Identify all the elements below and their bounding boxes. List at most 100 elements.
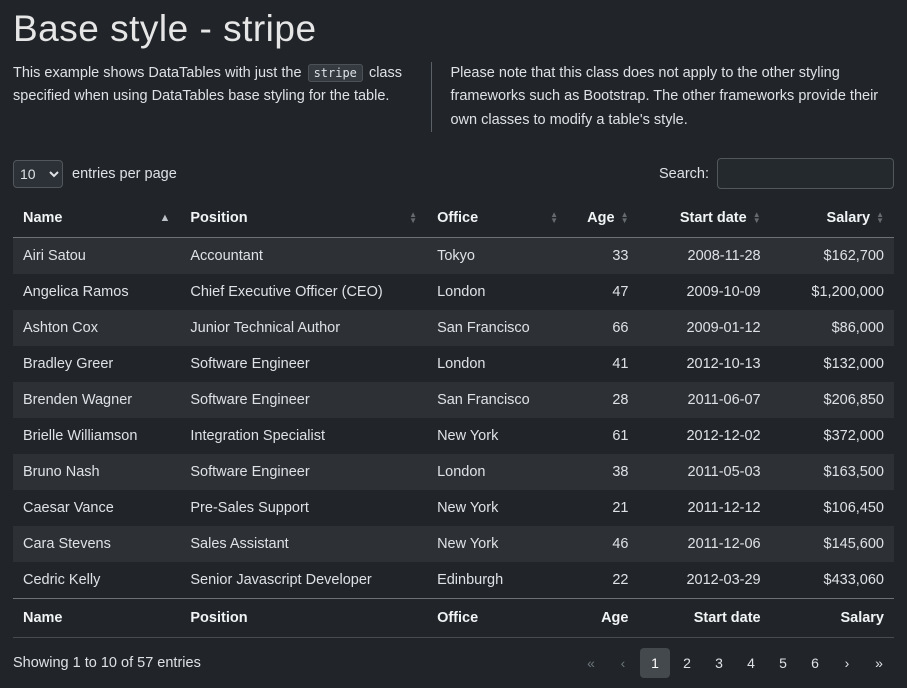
cell-salary: $372,000 — [771, 418, 894, 454]
cell-age: 47 — [568, 274, 638, 310]
table-controls: 10 entries per page Search: — [13, 158, 894, 189]
column-header-position[interactable]: Position▲▼ — [180, 199, 427, 238]
cell-position: Accountant — [180, 238, 427, 275]
cell-start-date: 2009-01-12 — [638, 310, 770, 346]
pagination-next-button[interactable]: › — [832, 648, 862, 678]
column-label: Name — [23, 210, 63, 226]
sort-ascending-icon: ▲ — [159, 213, 170, 224]
cell-start-date: 2011-12-06 — [638, 526, 770, 562]
table-body: Airi SatouAccountantTokyo332008-11-28$16… — [13, 238, 894, 599]
pagination-page-5-button[interactable]: 5 — [768, 648, 798, 678]
footer-header-age: Age — [568, 599, 638, 638]
column-header-age[interactable]: Age ▲▼ — [568, 199, 638, 238]
cell-office: London — [427, 454, 568, 490]
cell-office: San Francisco — [427, 310, 568, 346]
cell-start-date: 2011-12-12 — [638, 490, 770, 526]
pagination-last-button[interactable]: » — [864, 648, 894, 678]
cell-age: 41 — [568, 346, 638, 382]
column-header-start-date[interactable]: Start date▲▼ — [638, 199, 770, 238]
table-row: Cara StevensSales AssistantNew York46201… — [13, 526, 894, 562]
cell-age: 66 — [568, 310, 638, 346]
intro-left-text-before: This example shows DataTables with just … — [13, 65, 306, 81]
search-label: Search: — [659, 166, 709, 182]
cell-name: Airi Satou — [13, 238, 180, 275]
cell-start-date: 2009-10-09 — [638, 274, 770, 310]
cell-salary: $86,000 — [771, 310, 894, 346]
pagination-page-4-button[interactable]: 4 — [736, 648, 766, 678]
sort-icon: ▲▼ — [753, 212, 761, 226]
table-row: Bruno NashSoftware EngineerLondon382011-… — [13, 454, 894, 490]
page-length-select[interactable]: 10 — [13, 160, 63, 188]
cell-position: Sales Assistant — [180, 526, 427, 562]
cell-position: Software Engineer — [180, 382, 427, 418]
cell-age: 22 — [568, 562, 638, 599]
sort-icon: ▲▼ — [876, 212, 884, 226]
sort-icon: ▲▼ — [621, 212, 629, 226]
cell-age: 21 — [568, 490, 638, 526]
pagination-first-button[interactable]: « — [576, 648, 606, 678]
cell-position: Junior Technical Author — [180, 310, 427, 346]
cell-salary: $433,060 — [771, 562, 894, 599]
cell-salary: $163,500 — [771, 454, 894, 490]
footer-header-position: Position — [180, 599, 427, 638]
cell-salary: $132,000 — [771, 346, 894, 382]
pagination-page-6-button[interactable]: 6 — [800, 648, 830, 678]
table-row: Brenden WagnerSoftware EngineerSan Franc… — [13, 382, 894, 418]
cell-office: Edinburgh — [427, 562, 568, 599]
table-foot: NamePositionOfficeAgeStart dateSalary — [13, 599, 894, 638]
column-label: Age — [587, 210, 614, 226]
stripe-code-snippet: stripe — [308, 64, 363, 82]
column-header-salary[interactable]: Salary ▲▼ — [771, 199, 894, 238]
column-label: Salary — [827, 210, 871, 226]
cell-age: 38 — [568, 454, 638, 490]
pagination-page-2-button[interactable]: 2 — [672, 648, 702, 678]
table-row: Angelica RamosChief Executive Officer (C… — [13, 274, 894, 310]
column-header-office[interactable]: Office▲▼ — [427, 199, 568, 238]
cell-office: London — [427, 274, 568, 310]
pagination: «‹123456›» — [576, 648, 894, 678]
cell-name: Bruno Nash — [13, 454, 180, 490]
table-row: Brielle WilliamsonIntegration Specialist… — [13, 418, 894, 454]
cell-start-date: 2012-03-29 — [638, 562, 770, 599]
cell-name: Brielle Williamson — [13, 418, 180, 454]
intro-left-paragraph: This example shows DataTables with just … — [13, 62, 431, 132]
cell-name: Brenden Wagner — [13, 382, 180, 418]
cell-age: 46 — [568, 526, 638, 562]
cell-salary: $162,700 — [771, 238, 894, 275]
footer-header-name: Name — [13, 599, 180, 638]
cell-salary: $1,200,000 — [771, 274, 894, 310]
cell-office: San Francisco — [427, 382, 568, 418]
cell-start-date: 2012-10-13 — [638, 346, 770, 382]
column-label: Position — [190, 210, 247, 226]
cell-age: 61 — [568, 418, 638, 454]
cell-start-date: 2011-05-03 — [638, 454, 770, 490]
pagination-page-1-button[interactable]: 1 — [640, 648, 670, 678]
pagination-previous-button[interactable]: ‹ — [608, 648, 638, 678]
footer-header-start-date: Start date — [638, 599, 770, 638]
page-length-label: entries per page — [72, 166, 177, 182]
table-foot-row: NamePositionOfficeAgeStart dateSalary — [13, 599, 894, 638]
pagination-page-3-button[interactable]: 3 — [704, 648, 734, 678]
cell-office: New York — [427, 490, 568, 526]
table-head: Name▲Position▲▼Office▲▼Age▲▼Start date▲▼… — [13, 199, 894, 238]
column-label: Office — [437, 210, 478, 226]
cell-office: New York — [427, 418, 568, 454]
search-control: Search: — [659, 158, 894, 189]
footer-header-salary: Salary — [771, 599, 894, 638]
column-header-name[interactable]: Name ▲ — [13, 199, 180, 238]
table-row: Ashton CoxJunior Technical AuthorSan Fra… — [13, 310, 894, 346]
cell-office: New York — [427, 526, 568, 562]
cell-position: Software Engineer — [180, 454, 427, 490]
table-row: Bradley GreerSoftware EngineerLondon4120… — [13, 346, 894, 382]
cell-age: 33 — [568, 238, 638, 275]
cell-name: Ashton Cox — [13, 310, 180, 346]
search-input[interactable] — [717, 158, 894, 189]
cell-position: Integration Specialist — [180, 418, 427, 454]
table-head-row: Name▲Position▲▼Office▲▼Age▲▼Start date▲▼… — [13, 199, 894, 238]
page-title: Base style - stripe — [13, 8, 894, 50]
table-row: Airi SatouAccountantTokyo332008-11-28$16… — [13, 238, 894, 275]
cell-name: Bradley Greer — [13, 346, 180, 382]
intro-section: This example shows DataTables with just … — [13, 62, 894, 132]
cell-salary: $145,600 — [771, 526, 894, 562]
cell-salary: $106,450 — [771, 490, 894, 526]
